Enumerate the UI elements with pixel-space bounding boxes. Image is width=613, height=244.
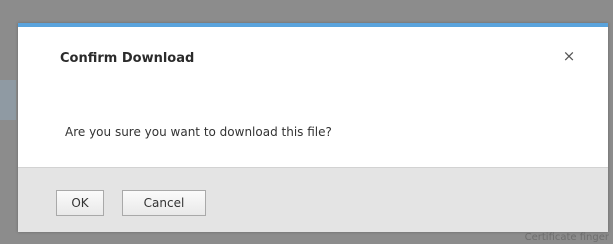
dialog-footer: OK Cancel (18, 167, 608, 232)
ok-button[interactable]: OK (56, 190, 104, 216)
dialog-header: Confirm Download × (18, 27, 608, 89)
dialog-body: Are you sure you want to download this f… (18, 89, 608, 169)
background-panel-edge (0, 80, 16, 120)
dialog-title: Confirm Download (60, 51, 195, 66)
background-text: Certificate finger (524, 232, 609, 243)
dialog-message: Are you sure you want to download this f… (65, 125, 332, 139)
confirm-download-dialog: Confirm Download × Are you sure you want… (18, 23, 608, 232)
close-icon[interactable]: × (560, 47, 578, 65)
cancel-button[interactable]: Cancel (122, 190, 206, 216)
